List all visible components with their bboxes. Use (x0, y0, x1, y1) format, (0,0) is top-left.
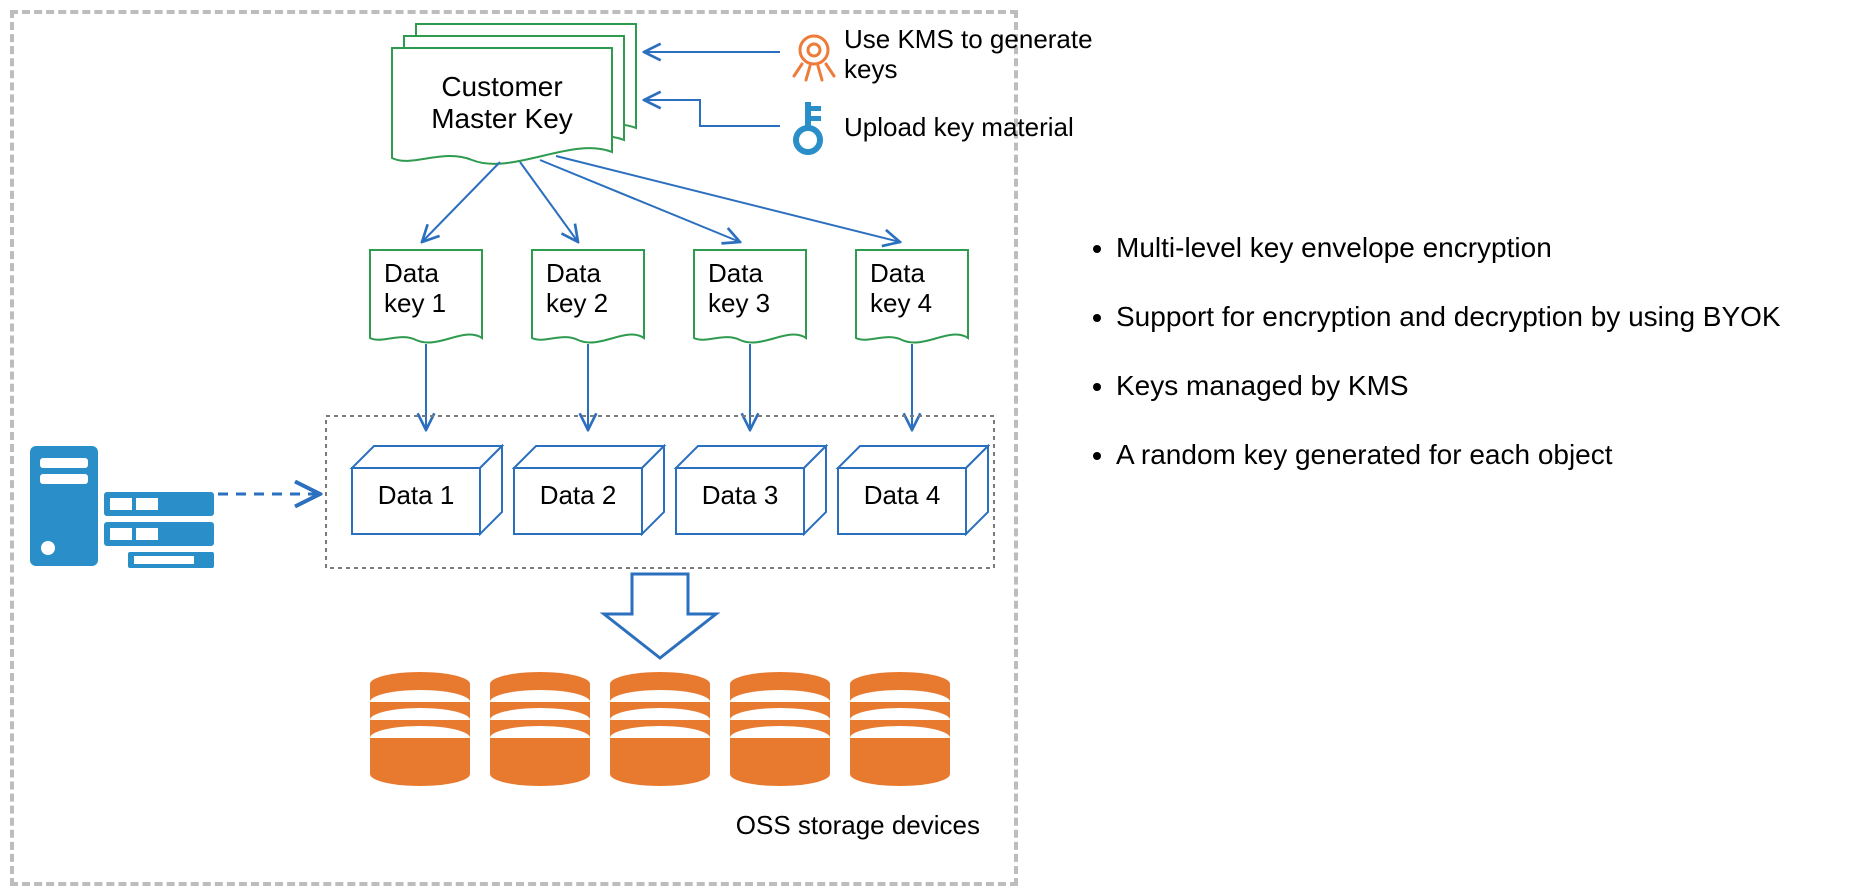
note-item: Support for encryption and decryption by… (1116, 299, 1800, 334)
kms-generate-label-1: Use KMS to generate (844, 24, 1093, 54)
svg-text:key 3: key 3 (708, 288, 770, 318)
svg-text:Data 1: Data 1 (378, 480, 455, 510)
svg-text:key 2: key 2 (546, 288, 608, 318)
cmk-label-line2: Master Key (431, 103, 573, 134)
upload-key-label: Upload key material (844, 112, 1074, 142)
kms-generate-label-2: keys (844, 54, 897, 84)
data-box-1: Data 1 (352, 446, 502, 534)
server-icon (30, 446, 214, 568)
svg-text:Data: Data (870, 258, 925, 288)
svg-text:Data 3: Data 3 (702, 480, 779, 510)
data-box-4: Data 4 (838, 446, 988, 534)
data-box-2: Data 2 (514, 446, 664, 534)
arrow-cmk-dk4 (556, 156, 900, 242)
svg-text:Data: Data (546, 258, 601, 288)
data-box-3: Data 3 (676, 446, 826, 534)
upload-key-icon (796, 102, 821, 152)
svg-text:Data 4: Data 4 (864, 480, 941, 510)
feature-notes: Multi-level key envelope encryption Supp… (1080, 230, 1800, 506)
customer-master-key: Customer Master Key (392, 24, 636, 164)
svg-text:Data: Data (708, 258, 763, 288)
svg-text:key 1: key 1 (384, 288, 446, 318)
kms-generate-icon (794, 36, 834, 80)
data-key-1: Data key 1 (370, 250, 482, 343)
arrow-cmk-dk2 (520, 162, 578, 242)
cmk-label-line1: Customer (441, 71, 562, 102)
note-item: Keys managed by KMS (1116, 368, 1800, 403)
note-item: A random key generated for each object (1116, 437, 1800, 472)
data-key-3: Data key 3 (694, 250, 806, 343)
data-key-4: Data key 4 (856, 250, 968, 343)
data-key-2: Data key 2 (532, 250, 644, 343)
down-arrow-icon (604, 574, 716, 658)
note-item: Multi-level key envelope encryption (1116, 230, 1800, 265)
svg-text:Data: Data (384, 258, 439, 288)
svg-text:Data 2: Data 2 (540, 480, 617, 510)
arrow-cmk-dk1 (422, 162, 500, 242)
storage-caption: OSS storage devices (736, 810, 980, 840)
storage-devices (370, 672, 950, 786)
svg-text:key 4: key 4 (870, 288, 932, 318)
arrow-upload-to-cmk (644, 100, 780, 126)
